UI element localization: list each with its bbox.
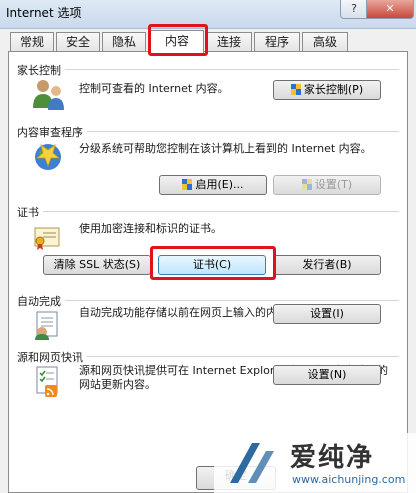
title-bar: Internet 选项 ? ✕	[0, 0, 416, 29]
uac-shield-icon	[290, 84, 301, 95]
autocomplete-group-title: 自动完成	[17, 293, 65, 309]
tab-general[interactable]: 常规	[10, 32, 54, 51]
advisor-description: 分级系统可帮助您控制在该计算机上看到的 Internet 内容。	[79, 142, 372, 155]
tab-advanced[interactable]: 高级	[302, 32, 348, 51]
feeds-settings-button[interactable]: 设置(N)	[273, 365, 381, 385]
divider	[17, 69, 399, 70]
content-advisor-icon	[35, 144, 61, 170]
tab-programs[interactable]: 程序	[254, 32, 300, 51]
parental-group-title: 家长控制	[17, 62, 65, 78]
parental-controls-icon	[33, 80, 64, 110]
advisor-enable-button[interactable]: 启用(E)...	[159, 175, 267, 195]
autocomplete-settings-button[interactable]: 设置(I)	[273, 304, 381, 324]
feeds-icon	[36, 366, 58, 397]
publishers-button[interactable]: 发行者(B)	[273, 255, 381, 275]
certificates-description: 使用加密连接和标识的证书。	[79, 222, 222, 235]
certificate-icon	[34, 227, 60, 250]
advisor-enable-button-label: 启用(E)...	[195, 178, 244, 191]
watermark-url: www.aichunjing.com	[292, 473, 406, 486]
tab-highlight-box	[148, 24, 208, 56]
button-highlight-box	[150, 246, 276, 280]
divider	[17, 211, 399, 212]
tab-security[interactable]: 安全	[56, 32, 100, 51]
tab-privacy[interactable]: 隐私	[102, 32, 146, 51]
certificates-group-title: 证书	[17, 204, 43, 220]
clear-ssl-state-button[interactable]: 清除 SSL 状态(S)	[43, 255, 151, 275]
parental-controls-button-label: 家长控制(P)	[303, 83, 364, 96]
help-button[interactable]: ?	[340, 0, 368, 19]
window-title: Internet 选项	[6, 6, 82, 20]
uac-shield-icon	[182, 179, 193, 190]
watermark-logo-icon	[230, 443, 274, 483]
autocomplete-icon	[35, 311, 58, 340]
advisor-settings-button[interactable]: 设置(T)	[273, 175, 381, 195]
advisor-group-title: 内容审查程序	[17, 124, 87, 140]
watermark-text: 爱纯净	[290, 443, 375, 473]
tab-connections[interactable]: 连接	[206, 32, 252, 51]
feeds-group-title: 源和网页快讯	[17, 349, 87, 365]
tab-strip: 常规 安全 隐私 内容 连接 程序 高级	[8, 30, 408, 53]
watermark: 爱纯净 www.aichunjing.com	[214, 433, 416, 493]
parental-controls-button[interactable]: 家长控制(P)	[273, 80, 381, 100]
uac-shield-icon	[301, 179, 312, 190]
divider	[17, 300, 399, 301]
close-button[interactable]: ✕	[366, 0, 414, 19]
advisor-settings-button-label: 设置(T)	[314, 178, 353, 191]
